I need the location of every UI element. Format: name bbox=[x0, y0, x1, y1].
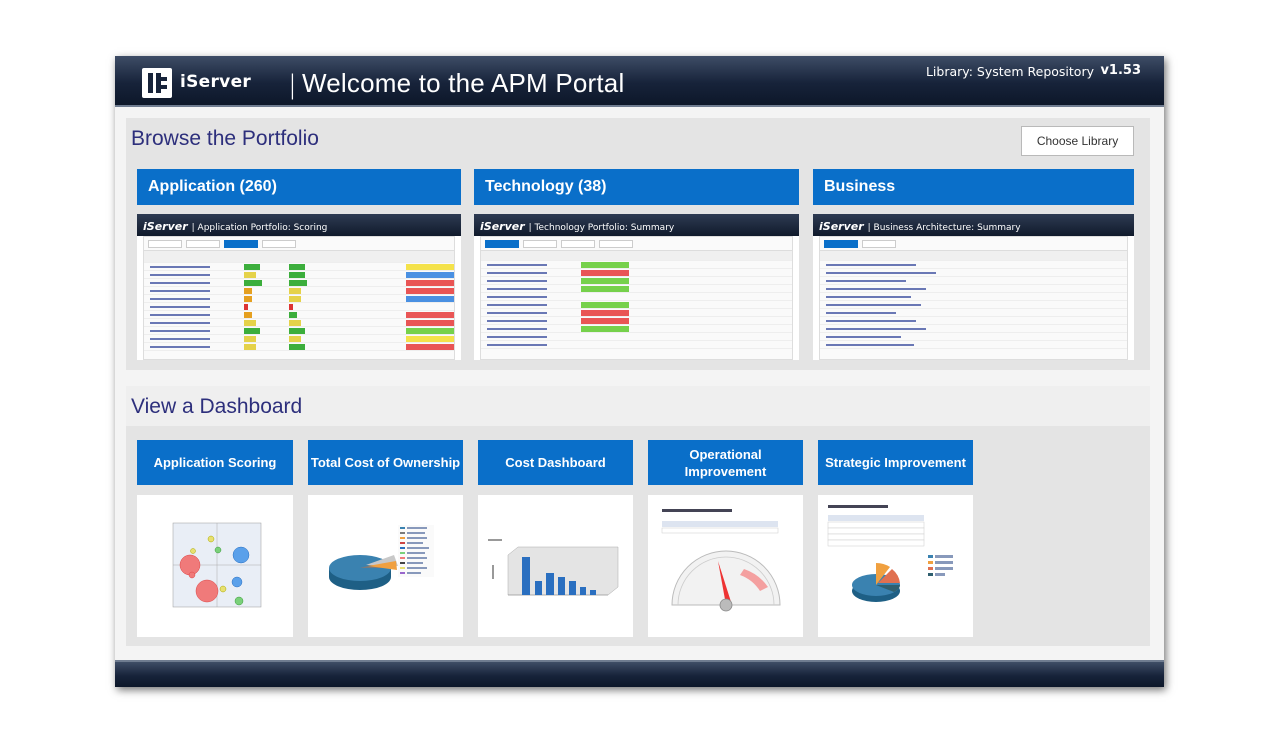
technology-portfolio-thumbnail[interactable]: iServer | Technology Portfolio: Summary bbox=[474, 214, 799, 360]
page-title: Welcome to the APM Portal bbox=[302, 68, 625, 98]
title-separator: | bbox=[288, 70, 297, 100]
thumb-title: | Technology Portfolio: Summary bbox=[528, 223, 675, 233]
gauge-chart-icon[interactable] bbox=[648, 495, 803, 637]
application-portfolio-thumbnail[interactable]: iServer | Application Portfolio: Scoring bbox=[137, 214, 461, 360]
bar-chart-icon[interactable] bbox=[478, 495, 633, 637]
thumb-brand: iServer bbox=[819, 220, 864, 233]
pie-table-chart-icon[interactable] bbox=[818, 495, 973, 637]
application-scoring-button[interactable]: Application Scoring bbox=[137, 440, 293, 485]
version-label: v1.53 bbox=[1100, 63, 1141, 78]
iserver-logo-icon bbox=[142, 68, 172, 98]
thumb-title: | Application Portfolio: Scoring bbox=[191, 223, 328, 233]
strategic-improvement-button[interactable]: Strategic Improvement bbox=[818, 440, 973, 485]
dashboard-section: View a Dashboard Application Scoring Tot… bbox=[126, 386, 1150, 646]
thumb-title: | Business Architecture: Summary bbox=[867, 223, 1021, 233]
thumb-body bbox=[143, 236, 455, 360]
thumb-header: iServer | Application Portfolio: Scoring bbox=[137, 214, 461, 236]
thumb-header: iServer | Technology Portfolio: Summary bbox=[474, 214, 799, 236]
thumb-header: iServer | Business Architecture: Summary bbox=[813, 214, 1134, 236]
cost-dashboard-button[interactable]: Cost Dashboard bbox=[478, 440, 633, 485]
pie-chart-icon[interactable] bbox=[308, 495, 463, 637]
business-card-header[interactable]: Business bbox=[813, 169, 1134, 205]
dashboard-title: View a Dashboard bbox=[131, 395, 303, 418]
application-card-header[interactable]: Application (260) bbox=[137, 169, 461, 205]
operational-improvement-button[interactable]: Operational Improvement bbox=[648, 440, 803, 485]
choose-library-button[interactable]: Choose Library bbox=[1021, 126, 1134, 156]
thumb-body bbox=[819, 236, 1128, 360]
total-cost-of-ownership-button[interactable]: Total Cost of Ownership bbox=[308, 440, 463, 485]
thumb-brand: iServer bbox=[143, 220, 188, 233]
browse-portfolio-section: Browse the Portfolio Choose Library Appl… bbox=[126, 118, 1150, 370]
logo-text: iServer bbox=[180, 72, 252, 92]
bottom-bar bbox=[115, 660, 1164, 687]
thumb-brand: iServer bbox=[480, 220, 525, 233]
technology-card-header[interactable]: Technology (38) bbox=[474, 169, 799, 205]
bubble-chart-icon[interactable] bbox=[137, 495, 293, 637]
apm-portal-window: iServer | Welcome to the APM Portal Libr… bbox=[115, 56, 1164, 687]
top-bar: iServer | Welcome to the APM Portal Libr… bbox=[115, 56, 1164, 107]
business-architecture-thumbnail[interactable]: iServer | Business Architecture: Summary bbox=[813, 214, 1134, 360]
thumb-body bbox=[480, 236, 793, 360]
browse-portfolio-title: Browse the Portfolio bbox=[131, 127, 319, 150]
library-label: Library: System Repository bbox=[925, 64, 1094, 79]
